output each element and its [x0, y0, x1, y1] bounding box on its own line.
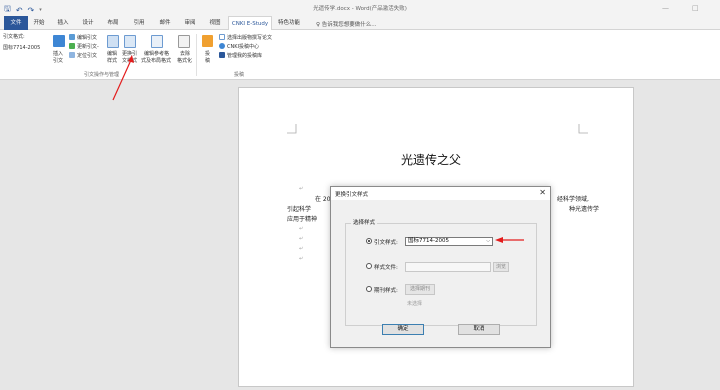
radio-journal-style[interactable] [366, 286, 372, 292]
change-style-icon[interactable] [124, 35, 136, 48]
tab-insert[interactable]: 插入 [54, 16, 72, 30]
insert-citation-label[interactable]: 插入 [53, 50, 63, 57]
edit-style-icon[interactable] [107, 35, 119, 48]
style-file-input[interactable] [405, 262, 491, 272]
groupbox-title: 选择样式 [351, 218, 378, 226]
submit-icon[interactable] [202, 35, 213, 47]
cite-style-value: 国标7714-2005 [408, 238, 449, 244]
group-label-submit: 投稿 [234, 72, 245, 78]
radio-style-file[interactable] [366, 263, 372, 269]
edit-ref-format-label-2: 式及布局格式 [141, 58, 172, 64]
style-label: 引文格式: [3, 34, 25, 40]
doc-text-line: 种光遗传学 [569, 206, 600, 213]
restore-button[interactable]: □ [692, 4, 699, 12]
tab-design[interactable]: 设计 [79, 16, 97, 30]
tab-view[interactable]: 视图 [206, 16, 224, 30]
update-citation-icon [69, 43, 75, 49]
radio-cite-style[interactable] [366, 238, 372, 244]
edit-citation-button[interactable]: 编辑引文 [77, 34, 97, 41]
submit-label-2: 稿 [205, 58, 211, 64]
tab-special[interactable]: 特色功能 [276, 16, 302, 30]
paragraph-mark: ↵ [299, 226, 304, 232]
cnki-center-button[interactable]: CNKI投稿中心 [227, 43, 259, 50]
page-corner-mark [578, 124, 588, 134]
minimize-button[interactable]: — [662, 4, 669, 12]
ribbon-tabs: 文件 开始 插入 设计 布局 引用 邮件 审阅 视图 CNKI E-Study … [0, 16, 720, 31]
choose-journal-button[interactable]: 选择期刊 [405, 284, 435, 295]
change-citation-style-dialog: 更换引文样式 ✕ 选择样式 引文样式: 国标7714-2005 ⌵ 样式文件: … [330, 186, 551, 348]
annotation-arrow-dialog [495, 237, 524, 243]
tell-me-search[interactable]: ♀ 告诉我您想要做什么... [316, 20, 377, 28]
locate-citation-icon [69, 52, 75, 58]
tab-review[interactable]: 审阅 [181, 16, 199, 30]
unselected-hint: 未选择 [407, 301, 423, 307]
ribbon-separator [196, 34, 197, 76]
cnki-center-icon [219, 43, 225, 49]
chevron-down-icon: ⌵ [486, 238, 490, 244]
paragraph-mark: ↵ [299, 256, 304, 262]
tab-mailings[interactable]: 邮件 [156, 16, 174, 30]
remove-format-label-2: 格式化 [177, 58, 193, 64]
ok-button[interactable]: 确定 [382, 324, 424, 335]
document-title: 光遗传之父 [401, 153, 462, 167]
edit-ref-format-label[interactable]: 编辑参考格 [144, 50, 169, 57]
tab-cnki-estudy[interactable]: CNKI E-Study [228, 16, 272, 31]
edit-ref-format-icon[interactable] [151, 35, 163, 48]
choose-journal-button[interactable]: 选择出版物撰写论文 [227, 34, 272, 41]
browse-button[interactable]: 浏览 [493, 262, 509, 272]
close-icon[interactable]: ✕ [539, 188, 546, 197]
paragraph-mark: ↵ [299, 236, 304, 242]
tab-layout[interactable]: 布局 [104, 16, 122, 30]
remove-format-icon[interactable] [178, 35, 190, 48]
dialog-title: 更换引文样式 [335, 192, 369, 198]
tab-home[interactable]: 开始 [30, 16, 48, 30]
tab-references[interactable]: 引用 [130, 16, 148, 30]
cite-style-select[interactable]: 国标7714-2005 ⌵ [405, 237, 493, 246]
style-file-label: 样式文件: [374, 265, 398, 271]
insert-citation-icon[interactable] [53, 35, 65, 47]
locate-citation-button[interactable]: 定位引文 [77, 52, 97, 59]
page-corner-mark [287, 124, 297, 134]
style-value[interactable]: 国标7714-2005 [3, 44, 40, 51]
cite-style-label: 引文样式: [374, 240, 398, 246]
title-bar: 🖫 ↶ ↷ ▾ 光遗传学.docx - Word(产品激活失败) — □ [0, 0, 720, 16]
paragraph-mark: ↵ [299, 246, 304, 252]
doc-text-line: 在 20 [315, 196, 331, 203]
remove-format-label[interactable]: 去除 [180, 50, 190, 57]
manage-submit-icon [219, 52, 225, 58]
manage-submit-button[interactable]: 管理我的投稿库 [227, 52, 262, 59]
choose-journal-icon [219, 34, 225, 40]
doc-text-line: 经科学领域, [557, 196, 589, 203]
journal-style-label: 期刊样式: [374, 288, 398, 294]
paragraph-mark: ↵ [299, 186, 304, 192]
doc-text-line: 应用于精神 [287, 216, 318, 223]
submit-label[interactable]: 投 [205, 50, 210, 57]
tab-file[interactable]: 文件 [4, 16, 28, 30]
insert-citation-label-2: 引文 [53, 58, 64, 64]
annotation-arrow-ribbon [112, 55, 134, 101]
update-citation-button[interactable]: 更新引文- [77, 43, 99, 50]
edit-citation-icon [69, 34, 75, 40]
window-title: 光遗传学.docx - Word(产品激活失败) [313, 6, 407, 12]
cancel-button[interactable]: 取消 [458, 324, 500, 335]
doc-text-line: 引起科学 [287, 206, 312, 213]
dialog-titlebar: 更换引文样式 ✕ [331, 187, 550, 200]
